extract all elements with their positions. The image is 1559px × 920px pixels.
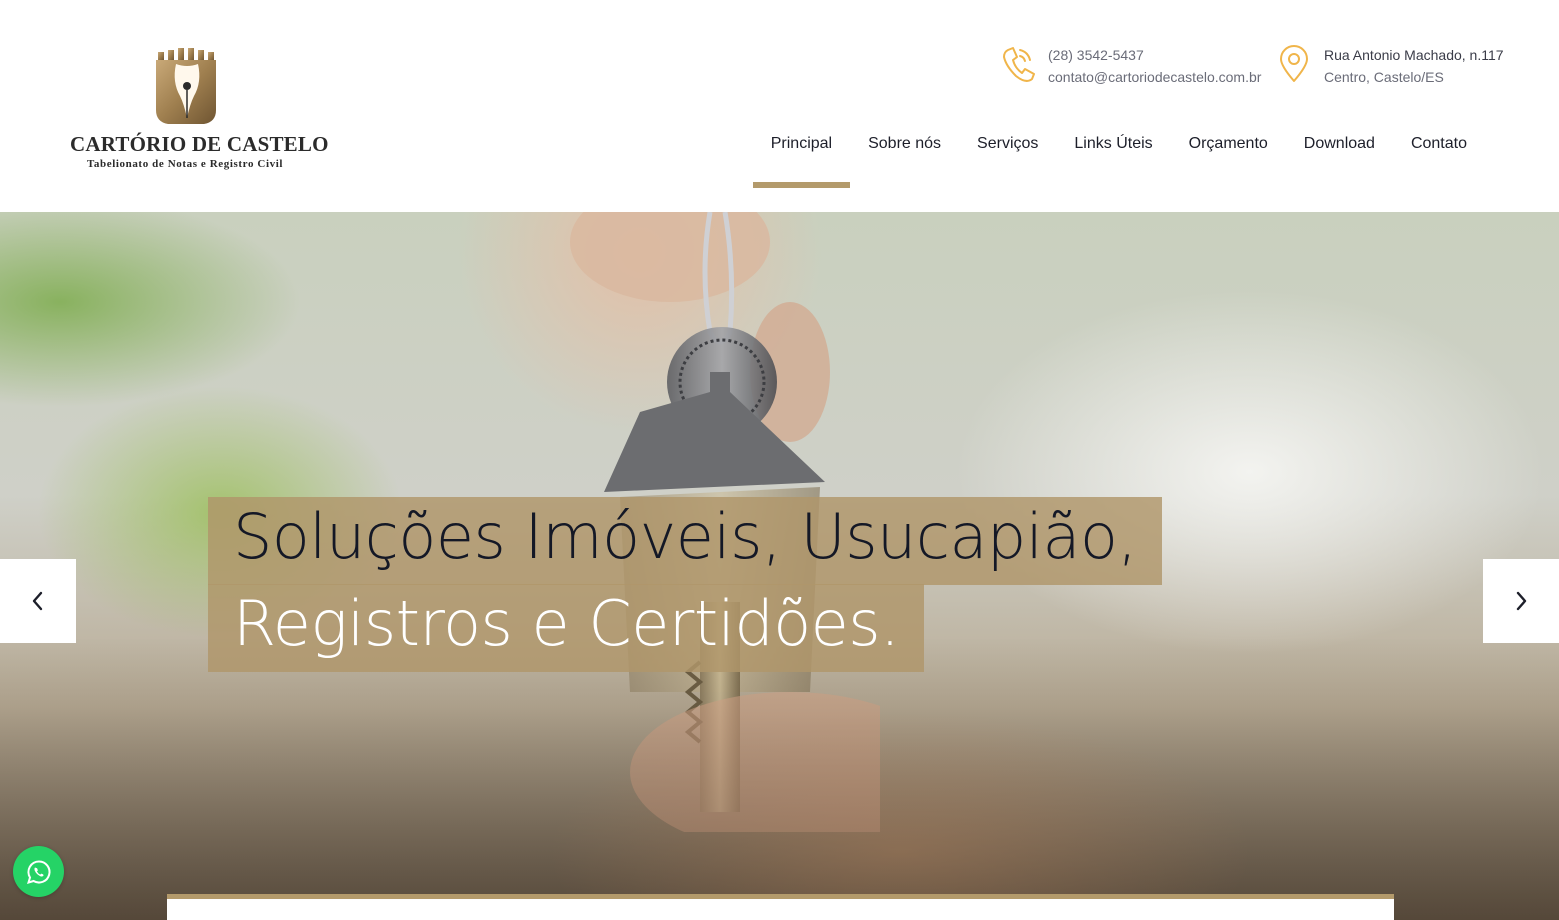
nav-item-sobre-nos[interactable]: Sobre nós xyxy=(850,118,959,188)
content-panel-top xyxy=(167,894,1394,920)
chevron-left-icon xyxy=(32,591,43,611)
nav-item-servicos[interactable]: Serviços xyxy=(959,118,1056,188)
chevron-right-icon xyxy=(1516,591,1527,611)
pen-nib-castle-logo-icon xyxy=(156,48,216,124)
brand-title: CARTÓRIO DE CASTELO xyxy=(70,132,329,156)
logo[interactable]: CARTÓRIO DE CASTELO Tabelionato de Notas… xyxy=(70,48,329,173)
site-header: CARTÓRIO DE CASTELO Tabelionato de Notas… xyxy=(0,0,1559,212)
nav-item-orcamento[interactable]: Orçamento xyxy=(1171,118,1286,188)
nav-item-links-uteis[interactable]: Links Úteis xyxy=(1056,118,1170,188)
phone-icon xyxy=(1003,47,1035,82)
whatsapp-button[interactable] xyxy=(13,846,64,897)
email-address[interactable]: contato@cartoriodecastelo.com.br xyxy=(1048,66,1261,88)
nav-item-download[interactable]: Download xyxy=(1286,118,1393,188)
hero-headline-line2: Registros e Certidões. xyxy=(208,584,925,672)
nav-item-principal[interactable]: Principal xyxy=(752,118,851,188)
phone-number[interactable]: (28) 3542-5437 xyxy=(1048,44,1261,66)
nav-item-contato[interactable]: Contato xyxy=(1393,118,1485,188)
map-pin-icon xyxy=(1280,45,1308,82)
whatsapp-icon xyxy=(26,859,50,884)
main-nav: Principal Sobre nós Serviços Links Úteis… xyxy=(752,118,1485,188)
hero-headline-line1: Soluções Imóveis, Usucapião, xyxy=(208,497,1162,585)
address-city: Centro, Castelo/ES xyxy=(1324,69,1444,85)
hero-slider: Soluções Imóveis, Usucapião, Registros e… xyxy=(0,212,1559,920)
brand-subtitle: Tabelionato de Notas e Registro Civil xyxy=(86,158,284,170)
contact-address-block: Rua Antonio Machado, n.117 Centro, Caste… xyxy=(1276,44,1504,88)
slider-next-button[interactable] xyxy=(1483,559,1559,643)
address-street: Rua Antonio Machado, n.117 xyxy=(1324,47,1504,63)
slider-prev-button[interactable] xyxy=(0,559,76,643)
contact-phone-block: (28) 3542-5437 contato@cartoriodecastelo… xyxy=(1000,44,1261,88)
